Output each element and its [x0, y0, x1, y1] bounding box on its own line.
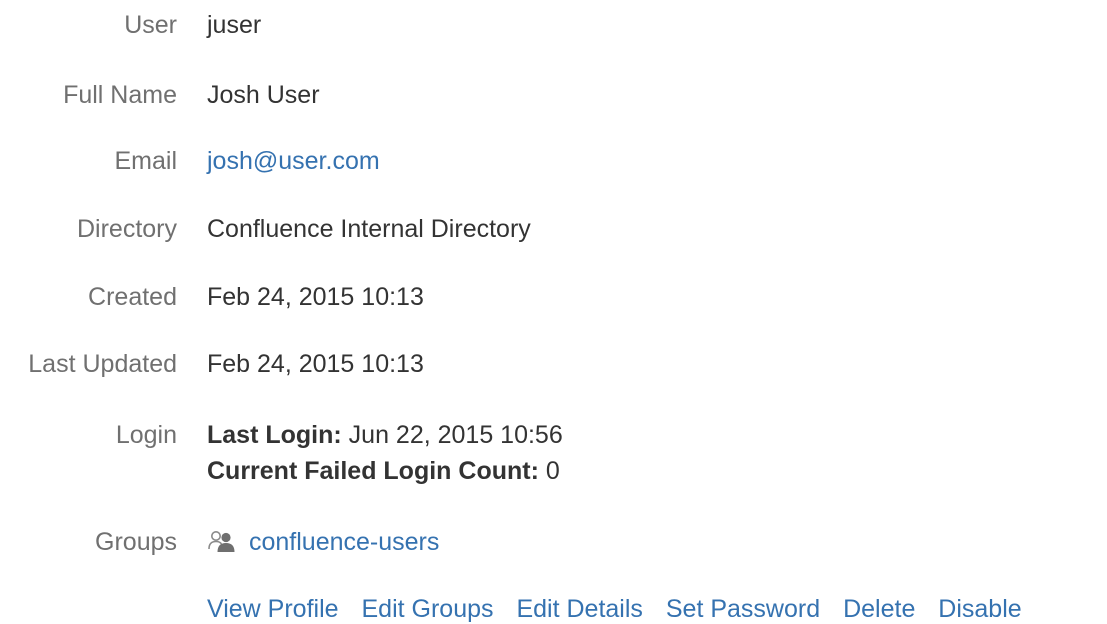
groups-value: confluence-users: [207, 527, 439, 557]
last-updated-row: Last Updated Feb 24, 2015 10:13: [0, 349, 1107, 379]
email-value-wrap: josh@user.com: [207, 146, 380, 176]
failed-login-line: Current Failed Login Count: 0: [207, 453, 563, 489]
user-label: User: [124, 11, 177, 39]
directory-label: Directory: [76, 215, 177, 243]
disable-link[interactable]: Disable: [938, 595, 1021, 623]
email-label: Email: [114, 147, 177, 175]
group-icon: [207, 529, 237, 553]
view-profile-link[interactable]: View Profile: [207, 595, 339, 623]
failed-login-count-value: 0: [538, 457, 560, 485]
last-updated-value: Feb 24, 2015 10:13: [207, 350, 424, 378]
last-login-line: Last Login: Jun 22, 2015 10:56: [207, 417, 563, 453]
failed-login-count-label: Current Failed Login Count:: [207, 457, 539, 485]
edit-details-link[interactable]: Edit Details: [516, 595, 642, 623]
login-row: Login Last Login: Jun 22, 2015 10:56 Cur…: [0, 420, 1107, 485]
last-updated-label: Last Updated: [28, 350, 177, 378]
full-name-row: Full Name Josh User: [0, 80, 1107, 110]
email-row: Email josh@user.com: [0, 146, 1107, 176]
user-actions: View Profile Edit Groups Edit Details Se…: [207, 594, 1022, 624]
edit-groups-link[interactable]: Edit Groups: [362, 595, 494, 623]
created-value: Feb 24, 2015 10:13: [207, 283, 424, 311]
directory-value: Confluence Internal Directory: [207, 215, 531, 243]
delete-link[interactable]: Delete: [843, 595, 915, 623]
group-link-confluence-users[interactable]: confluence-users: [249, 528, 439, 556]
username-value: juser: [207, 11, 262, 39]
groups-row: Groups confluence-users: [0, 527, 1107, 557]
groups-label: Groups: [95, 528, 177, 556]
last-login-value: Jun 22, 2015 10:56: [341, 421, 563, 449]
login-label: Login: [115, 421, 177, 449]
email-link[interactable]: josh@user.com: [207, 147, 380, 175]
login-value: Last Login: Jun 22, 2015 10:56 Current F…: [207, 417, 563, 489]
created-label: Created: [88, 283, 177, 311]
set-password-link[interactable]: Set Password: [666, 595, 820, 623]
created-row: Created Feb 24, 2015 10:13: [0, 282, 1107, 312]
user-row: User juser: [0, 10, 1107, 40]
full-name-label: Full Name: [63, 81, 177, 109]
full-name-value: Josh User: [207, 81, 320, 109]
last-login-label: Last Login:: [207, 421, 342, 449]
directory-row: Directory Confluence Internal Directory: [0, 214, 1107, 244]
